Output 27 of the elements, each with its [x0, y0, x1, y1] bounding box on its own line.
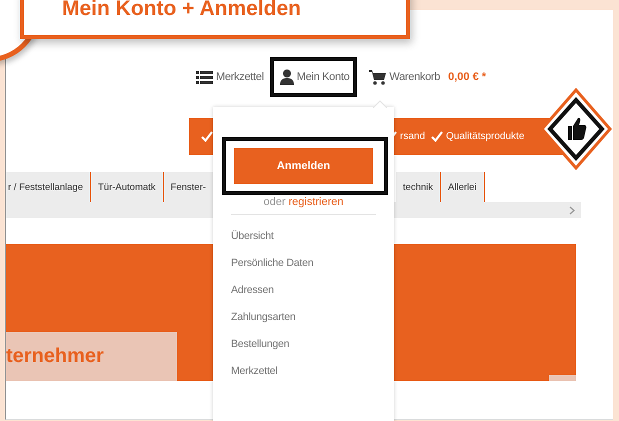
account-menu-item[interactable]: Persönliche Daten: [213, 250, 394, 277]
list-icon: [196, 70, 213, 84]
register-link[interactable]: registrieren: [288, 196, 344, 208]
account-menu-item[interactable]: Adressen: [213, 277, 394, 304]
account-menu-item[interactable]: Bestellungen: [213, 331, 394, 358]
account-menu-item[interactable]: Zahlungsarten: [213, 304, 394, 331]
cart-icon: [369, 70, 386, 84]
user-icon: [280, 69, 294, 85]
account-menu-item[interactable]: Übersicht: [213, 223, 394, 250]
or-text: oder: [263, 196, 286, 208]
category-tab[interactable]: r / Feststellanlage: [6, 172, 91, 202]
category-tab[interactable]: technik: [396, 172, 442, 202]
hero-tag: [549, 375, 576, 381]
nav-link[interactable]: Merkzettel: [196, 70, 264, 84]
cart-total: 0,00 € *: [448, 71, 486, 83]
category-tab[interactable]: Fenster-: [164, 172, 214, 202]
banner-text: rsand: [400, 131, 426, 142]
hero-heading: ternehmer: [6, 345, 104, 368]
nav-link[interactable]: Warenkorb: [369, 70, 440, 84]
category-tab[interactable]: Allerlei: [441, 172, 485, 202]
login-button[interactable]: Anmelden: [234, 148, 373, 184]
banner-text: Qualitätsprodukte: [446, 131, 524, 142]
account-menu-item[interactable]: Merkzettel: [213, 358, 394, 385]
chevron-right-icon[interactable]: [569, 206, 575, 214]
callout-title: Mein Konto + Anmelden: [62, 0, 301, 21]
nav-link[interactable]: Mein Konto: [280, 69, 350, 85]
category-tab[interactable]: Tür-Automatk: [90, 172, 164, 202]
